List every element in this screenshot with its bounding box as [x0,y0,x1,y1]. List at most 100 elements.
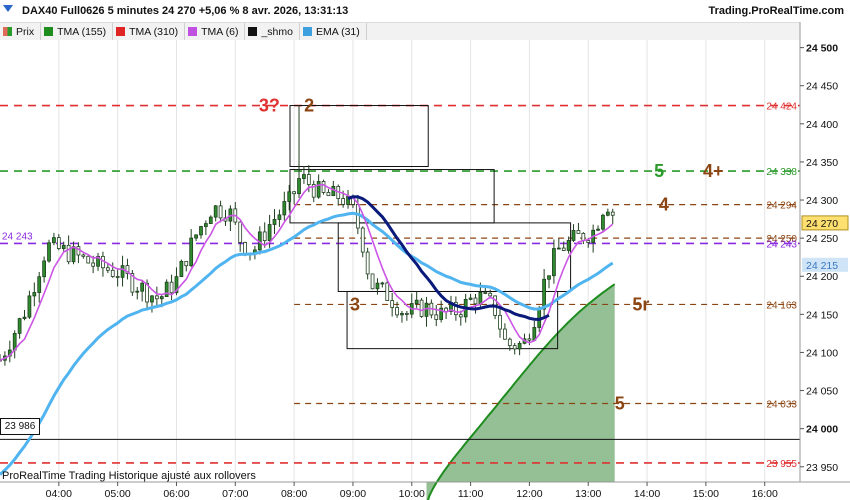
x-tick-label: 13:00 [575,488,601,500]
candle-body[interactable] [517,342,522,350]
candle-body[interactable] [414,299,419,304]
candle-body[interactable] [37,276,42,293]
candle-body[interactable] [287,191,292,202]
candle-body[interactable] [400,313,404,316]
candle-body[interactable] [56,237,61,249]
candle-body[interactable] [218,205,223,219]
candle-body[interactable] [208,216,213,224]
candle-body[interactable] [169,281,174,294]
x-tick-label: 04:00 [46,488,72,500]
candle-body[interactable] [478,292,483,305]
candle-body[interactable] [316,181,321,198]
candle-body[interactable] [360,227,365,253]
candle-body[interactable] [297,178,301,195]
candle-body[interactable] [385,282,390,301]
candle-body[interactable] [184,260,189,267]
candle-body[interactable] [110,269,115,277]
candle-body[interactable] [419,299,424,317]
candle-body[interactable] [140,282,145,292]
candle-body[interactable] [498,314,502,330]
x-tick-label: 07:00 [222,488,248,500]
candle-body[interactable] [272,219,277,225]
candle-body[interactable] [601,214,605,230]
candle-body[interactable] [120,265,125,278]
candle-body[interactable] [512,345,517,350]
candle-body[interactable] [586,240,591,243]
candle-body[interactable] [105,267,110,271]
candle-body[interactable] [507,338,512,347]
candle-body[interactable] [32,292,37,297]
candle-body[interactable] [434,314,439,320]
candle-body[interactable] [488,292,493,297]
price-chart[interactable]: 24 42424 33824 29424 25024 24324 16324 0… [0,0,850,500]
candle-body[interactable] [52,237,56,244]
candle-body[interactable] [404,313,409,315]
candle-body[interactable] [115,276,120,278]
level-label: 24 033 [766,400,797,411]
candle-body[interactable] [468,297,473,300]
candle-body[interactable] [179,260,184,278]
candle-body[interactable] [199,226,203,236]
candle-body[interactable] [306,174,311,185]
candle-body[interactable] [292,191,296,195]
candle-body[interactable] [194,234,198,239]
candle-body[interactable] [571,230,576,241]
candle-body[interactable] [159,296,164,300]
candle-body[interactable] [341,198,346,205]
candle-body[interactable] [22,316,27,320]
candle-body[interactable] [596,228,600,231]
candle-body[interactable] [282,201,287,216]
candle-body[interactable] [243,242,247,255]
y-tick-label: 24 450 [806,81,838,93]
candle-body[interactable] [390,300,395,308]
candle-body[interactable] [91,262,96,267]
candle-body[interactable] [27,295,32,318]
candle-body[interactable] [302,174,306,179]
candle-body[interactable] [213,205,218,218]
candle-body[interactable] [164,281,169,297]
candle-body[interactable] [552,248,556,277]
candle-body[interactable] [262,231,267,242]
candle-body[interactable] [581,233,586,242]
candle-body[interactable] [154,295,159,300]
candle-body[interactable] [503,328,507,340]
candle-body[interactable] [610,211,615,216]
candle-body[interactable] [542,278,546,310]
candle-body[interactable] [189,237,194,267]
candle-body[interactable] [204,223,208,227]
candle-body[interactable] [331,186,336,197]
candle-body[interactable] [375,282,380,290]
candle-body[interactable] [483,292,488,294]
candle-body[interactable] [71,246,76,263]
candle-body[interactable] [81,254,86,257]
candle-body[interactable] [66,244,71,263]
candle-body[interactable] [267,224,272,242]
y-tick-label: 24 400 [806,119,838,131]
candle-body[interactable] [527,338,532,341]
candle-body[interactable] [86,255,91,264]
candle-body[interactable] [370,273,375,290]
level-label: 24 338 [766,167,797,178]
candle-body[interactable] [458,314,463,318]
candle-body[interactable] [150,295,154,303]
candle-body[interactable] [424,302,429,317]
candle-body[interactable] [547,275,551,280]
candle-body[interactable] [566,240,571,251]
candle-body[interactable] [17,318,22,334]
candle-body[interactable] [321,181,326,193]
candle-body[interactable] [473,297,478,305]
candle-body[interactable] [42,260,46,278]
candle-body[interactable] [605,211,610,216]
candle-body[interactable] [365,251,370,275]
candle-body[interactable] [380,282,385,285]
candle-body[interactable] [561,247,566,251]
candle-body[interactable] [556,247,561,250]
candle-body[interactable] [326,192,331,197]
candle-body[interactable] [395,307,399,316]
candle-body[interactable] [238,221,243,243]
candle-body[interactable] [47,242,51,262]
candle-body[interactable] [576,230,581,234]
candle-body[interactable] [61,244,66,249]
candle-body[interactable] [277,214,282,220]
candle-body[interactable] [135,290,140,293]
